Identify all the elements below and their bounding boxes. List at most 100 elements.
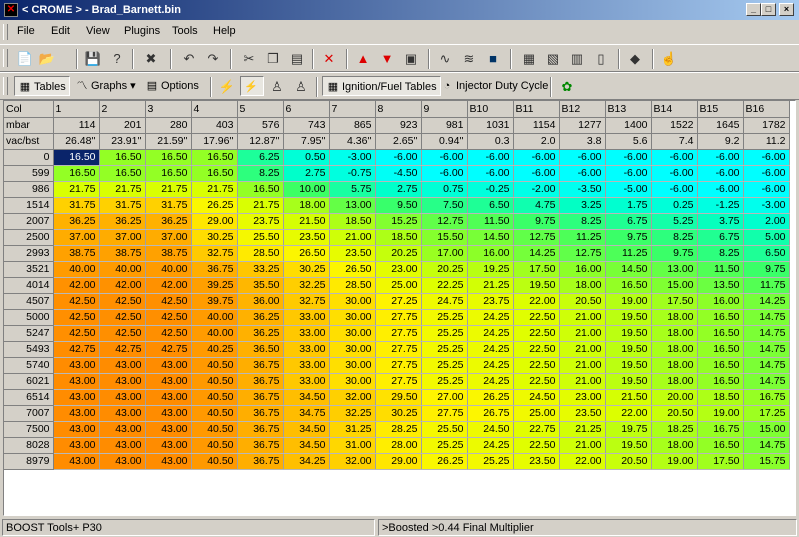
table-cell[interactable]: 17.00 bbox=[421, 245, 468, 262]
table-cell[interactable]: 26.25 bbox=[191, 197, 238, 214]
table-cell[interactable]: 21.00 bbox=[559, 357, 606, 374]
table-cell[interactable]: -0.75 bbox=[329, 165, 376, 182]
minimize-button[interactable]: _ bbox=[746, 3, 761, 16]
delete-icon[interactable]: ✕ bbox=[318, 49, 340, 69]
table-cell[interactable]: 29.00 bbox=[191, 213, 238, 230]
table-cell[interactable]: 24.75 bbox=[421, 293, 468, 310]
table-cell[interactable]: 43.00 bbox=[99, 357, 146, 374]
table-cell[interactable]: 42.75 bbox=[53, 341, 100, 358]
table-cell[interactable]: 36.25 bbox=[99, 213, 146, 230]
table-cell[interactable]: 5.75 bbox=[329, 181, 376, 198]
table-cell[interactable]: 11.50 bbox=[697, 261, 744, 278]
table-cell[interactable]: 11.25 bbox=[605, 245, 652, 262]
table-cell[interactable]: 18.00 bbox=[651, 309, 698, 326]
table-cell[interactable]: 27.00 bbox=[421, 389, 468, 406]
table-cell[interactable]: -2.00 bbox=[513, 181, 560, 198]
table-cell[interactable]: 40.00 bbox=[145, 261, 192, 278]
table-cell[interactable]: 6.75 bbox=[697, 229, 744, 246]
redo-icon[interactable]: ↷ bbox=[202, 49, 224, 69]
table-cell[interactable]: 23.50 bbox=[513, 453, 560, 470]
table-cell[interactable]: 16.50 bbox=[237, 181, 284, 198]
table-cell[interactable]: 5.00 bbox=[743, 229, 790, 246]
maximize-button[interactable]: □ bbox=[761, 3, 776, 16]
table-cell[interactable]: -3.00 bbox=[743, 197, 790, 214]
table-cell[interactable]: 36.75 bbox=[237, 405, 284, 422]
table-cell[interactable]: -3.50 bbox=[559, 181, 606, 198]
table-cell[interactable]: 42.50 bbox=[145, 293, 192, 310]
table-cell[interactable]: 35.50 bbox=[237, 277, 284, 294]
table-cell[interactable]: 16.50 bbox=[605, 277, 652, 294]
table-cell[interactable]: 8.25 bbox=[237, 165, 284, 182]
chevron-down-icon[interactable]: ▾ bbox=[127, 80, 136, 92]
table-cell[interactable]: 36.25 bbox=[145, 213, 192, 230]
table-cell[interactable]: 40.00 bbox=[191, 325, 238, 342]
table-cell[interactable]: 19.50 bbox=[605, 357, 652, 374]
table-cell[interactable]: -6.00 bbox=[651, 165, 698, 182]
table-cell[interactable]: 24.25 bbox=[467, 309, 514, 326]
table-cell[interactable]: 43.00 bbox=[53, 437, 100, 454]
table-cell[interactable]: 18.00 bbox=[283, 197, 330, 214]
table-cell[interactable]: 21.75 bbox=[145, 181, 192, 198]
table-cell[interactable]: 22.00 bbox=[559, 453, 606, 470]
table-cell[interactable]: 40.00 bbox=[191, 309, 238, 326]
table-cell[interactable]: 16.50 bbox=[697, 437, 744, 454]
table-cell[interactable]: 16.50 bbox=[53, 165, 100, 182]
table-cell[interactable]: 4.75 bbox=[513, 197, 560, 214]
table-cell[interactable]: 9.75 bbox=[605, 229, 652, 246]
table-cell[interactable]: -6.00 bbox=[467, 165, 514, 182]
table-cell[interactable]: 21.00 bbox=[559, 341, 606, 358]
table-cell[interactable]: 14.50 bbox=[467, 229, 514, 246]
table-cell[interactable]: 30.25 bbox=[375, 405, 422, 422]
table-cell[interactable]: 40.50 bbox=[191, 453, 238, 470]
table-cell[interactable]: -6.00 bbox=[513, 149, 560, 166]
table-cell[interactable]: 16.50 bbox=[697, 325, 744, 342]
table-cell[interactable]: 13.00 bbox=[651, 261, 698, 278]
table-cell[interactable]: -6.00 bbox=[605, 149, 652, 166]
table-cell[interactable]: 38.75 bbox=[99, 245, 146, 262]
close-file-icon[interactable]: ✖ bbox=[140, 49, 162, 69]
table-cell[interactable]: 43.00 bbox=[145, 389, 192, 406]
table-cell[interactable]: 23.50 bbox=[329, 245, 376, 262]
table-cell[interactable]: 25.25 bbox=[421, 325, 468, 342]
table-cell[interactable]: 16.50 bbox=[697, 373, 744, 390]
table-cell[interactable]: 0.75 bbox=[421, 181, 468, 198]
open-folder-icon[interactable]: 📂 bbox=[36, 49, 58, 69]
close-button[interactable]: × bbox=[779, 3, 794, 16]
table-cell[interactable]: 31.00 bbox=[329, 437, 376, 454]
table-cell[interactable]: 42.75 bbox=[145, 341, 192, 358]
tool-icon-4[interactable]: ♙ bbox=[290, 77, 312, 97]
table-cell[interactable]: 28.00 bbox=[375, 437, 422, 454]
menu-view[interactable]: View bbox=[86, 25, 110, 37]
table-cell[interactable]: 16.50 bbox=[697, 341, 744, 358]
table-cell[interactable]: 42.00 bbox=[53, 277, 100, 294]
table-cell[interactable]: 9.75 bbox=[651, 245, 698, 262]
table-cell[interactable]: 43.00 bbox=[99, 405, 146, 422]
table-cell[interactable]: 42.00 bbox=[99, 277, 146, 294]
table-cell[interactable]: 16.50 bbox=[145, 149, 192, 166]
table-cell[interactable]: 0.50 bbox=[283, 149, 330, 166]
table-cell[interactable]: 25.25 bbox=[421, 341, 468, 358]
table-cell[interactable]: 42.50 bbox=[145, 309, 192, 326]
table-cell[interactable]: 16.75 bbox=[743, 389, 790, 406]
table-cell[interactable]: 14.75 bbox=[743, 341, 790, 358]
table-cell[interactable]: 39.75 bbox=[191, 293, 238, 310]
ignition-tool-icon[interactable]: ⚡ bbox=[216, 77, 238, 97]
table-cell[interactable]: 16.50 bbox=[99, 165, 146, 182]
table-cell[interactable]: 11.25 bbox=[559, 229, 606, 246]
table-cell[interactable]: 36.75 bbox=[237, 357, 284, 374]
table-cell[interactable]: -6.00 bbox=[467, 149, 514, 166]
table-cell[interactable]: 24.50 bbox=[467, 421, 514, 438]
table-cell[interactable]: 23.00 bbox=[559, 389, 606, 406]
table-cell[interactable]: 8.25 bbox=[697, 245, 744, 262]
table-cell[interactable]: 20.00 bbox=[651, 389, 698, 406]
table-cell[interactable]: 22.50 bbox=[513, 341, 560, 358]
chip-read-icon[interactable]: ▦ bbox=[518, 49, 540, 69]
table-cell[interactable]: 32.00 bbox=[329, 389, 376, 406]
table-cell[interactable]: 8.25 bbox=[651, 229, 698, 246]
table-cell[interactable]: 20.25 bbox=[375, 245, 422, 262]
table-cell[interactable]: 32.00 bbox=[329, 453, 376, 470]
table-cell[interactable]: 31.75 bbox=[99, 197, 146, 214]
table-cell[interactable]: 43.00 bbox=[53, 357, 100, 374]
table-cell[interactable]: 43.00 bbox=[99, 453, 146, 470]
table-cell[interactable]: 43.00 bbox=[99, 421, 146, 438]
